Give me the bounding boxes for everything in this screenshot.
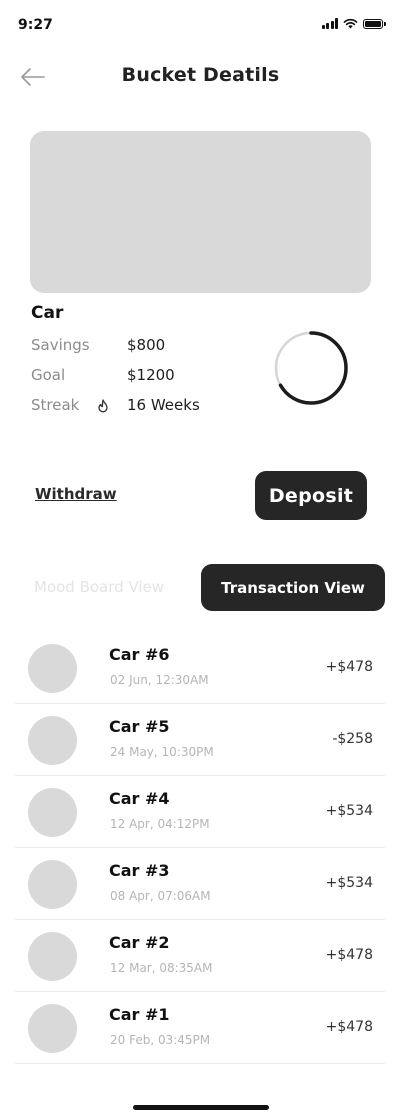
transaction-amount: +$534: [325, 875, 373, 891]
transaction-amount: +$478: [325, 659, 373, 675]
status-time: 9:27: [18, 17, 53, 33]
transaction-date: 12 Mar, 08:35AM: [110, 961, 213, 975]
tab-mood-board-view[interactable]: Mood Board View: [34, 578, 164, 596]
transaction-avatar: [28, 716, 77, 765]
transaction-avatar: [28, 1004, 77, 1053]
savings-label: Savings: [31, 336, 90, 354]
tab-transaction-view[interactable]: Transaction View: [201, 564, 385, 611]
transaction-title: Car #5: [109, 717, 170, 736]
bucket-image: [30, 131, 371, 293]
transaction-avatar: [28, 644, 77, 693]
goal-label: Goal: [31, 366, 66, 384]
transaction-amount: +$534: [325, 803, 373, 819]
status-icons: [321, 18, 386, 29]
transaction-title: Car #3: [109, 861, 170, 880]
transaction-avatar: [28, 932, 77, 981]
transaction-date: 24 May, 10:30PM: [110, 745, 214, 759]
transaction-amount: +$478: [325, 947, 373, 963]
transaction-row[interactable]: Car #2 12 Mar, 08:35AM +$478: [15, 920, 385, 992]
transaction-date: 02 Jun, 12:30AM: [110, 673, 209, 687]
transaction-title: Car #1: [109, 1005, 170, 1024]
transaction-date: 20 Feb, 03:45PM: [110, 1033, 211, 1047]
transaction-list: Car #6 02 Jun, 12:30AM +$478 Car #5 24 M…: [15, 632, 385, 1064]
fire-icon: [98, 399, 108, 413]
savings-value: $800: [127, 336, 166, 354]
transaction-amount: -$258: [332, 731, 373, 747]
transaction-title: Car #6: [109, 645, 170, 664]
home-indicator[interactable]: [133, 1105, 269, 1110]
page-title: Bucket Deatils: [121, 64, 280, 86]
bucket-name: Car: [31, 303, 64, 323]
goal-value: $1200: [127, 366, 175, 384]
transaction-title: Car #2: [109, 933, 170, 952]
transaction-row[interactable]: Car #4 12 Apr, 04:12PM +$534: [15, 776, 385, 848]
wifi-icon: [343, 18, 358, 29]
savings-progress-ring: [274, 331, 348, 405]
transaction-date: 12 Apr, 04:12PM: [110, 817, 210, 831]
streak-value: 16 Weeks: [127, 396, 200, 414]
transaction-amount: +$478: [325, 1019, 373, 1035]
transaction-row[interactable]: Car #5 24 May, 10:30PM -$258: [15, 704, 385, 776]
signal-icon: [321, 18, 338, 29]
deposit-button[interactable]: Deposit: [255, 471, 367, 520]
transaction-title: Car #4: [109, 789, 170, 808]
streak-label: Streak: [31, 396, 80, 414]
transaction-date: 08 Apr, 07:06AM: [110, 889, 211, 903]
withdraw-link[interactable]: Withdraw: [35, 485, 117, 503]
transaction-avatar: [28, 860, 77, 909]
transaction-row[interactable]: Car #6 02 Jun, 12:30AM +$478: [15, 632, 385, 704]
battery-icon: [363, 18, 386, 29]
transaction-row[interactable]: Car #3 08 Apr, 07:06AM +$534: [15, 848, 385, 920]
transaction-avatar: [28, 788, 77, 837]
transaction-row[interactable]: Car #1 20 Feb, 03:45PM +$478: [15, 992, 385, 1064]
